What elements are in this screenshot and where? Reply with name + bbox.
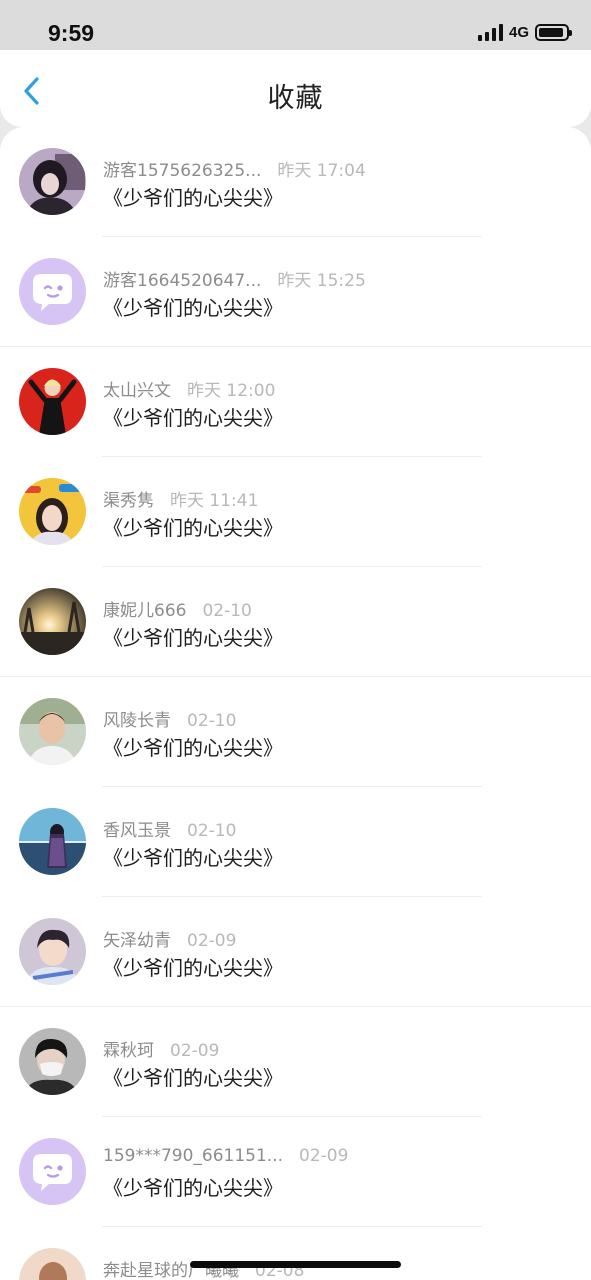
timestamp: 02-09 (170, 1041, 220, 1061)
status-indicators: 4G (477, 24, 572, 41)
timestamp: 昨天 12:00 (187, 381, 276, 401)
list-item[interactable]: 香风玉景 02-10 《少爷们的心尖尖》 (0, 787, 591, 897)
book-title[interactable]: 《少爷们的心尖尖》 (103, 842, 283, 871)
user-name[interactable]: 游客1664520647... (103, 271, 261, 291)
chat-bubble-icon (19, 1138, 86, 1205)
book-title[interactable]: 《少爷们的心尖尖》 (103, 1172, 283, 1201)
item-meta: 太山兴文 昨天 12:00 (103, 376, 275, 401)
masked-boy-avatar[interactable] (19, 1028, 86, 1095)
item-meta: 奔赴星球的广曦曦 02-08 (103, 1256, 304, 1280)
avatar-image (19, 148, 86, 215)
user-name[interactable]: 香风玉景 (103, 821, 171, 841)
avatar-image (19, 1248, 86, 1280)
default-chat-avatar[interactable] (19, 258, 86, 325)
book-title[interactable]: 《少爷们的心尖尖》 (103, 732, 283, 761)
status-time: 9:59 (48, 20, 95, 46)
partial-avatar[interactable] (19, 1248, 86, 1280)
item-meta: 香风玉景 02-10 (103, 816, 236, 841)
item-meta: 矢泽幼青 02-09 (103, 926, 236, 951)
page-title: 收藏 (267, 83, 324, 114)
list-item[interactable]: 霖秋珂 02-09 《少爷们的心尖尖》 (0, 1007, 591, 1117)
network-type: 4G (508, 24, 529, 41)
book-title[interactable]: 《少爷们的心尖尖》 (103, 622, 283, 651)
user-name[interactable]: 矢泽幼青 (103, 931, 171, 951)
avatar-image (19, 478, 86, 545)
avatar-image (19, 368, 86, 435)
avatar-image (19, 1028, 86, 1095)
user-name[interactable]: 游客1575626325... (103, 161, 261, 181)
list-item[interactable]: 159***790_661151... 02-09 《少爷们的心尖尖》 (0, 1117, 591, 1227)
list-item[interactable]: 奔赴星球的广曦曦 02-08 (0, 1227, 591, 1280)
home-indicator (190, 1261, 401, 1268)
timestamp: 02-10 (187, 821, 237, 841)
timestamp: 02-10 (202, 601, 252, 621)
man-portrait-avatar[interactable] (19, 698, 86, 765)
book-title[interactable]: 《少爷们的心尖尖》 (103, 1062, 283, 1091)
default-chat-avatar[interactable] (19, 1138, 86, 1205)
item-meta: 游客1664520647... 昨天 15:25 (103, 266, 366, 291)
red-figure-avatar[interactable] (19, 368, 86, 435)
favorites-list: 游客1575626325... 昨天 17:04 《少爷们的心尖尖》 游客1664… (0, 127, 591, 1280)
user-name[interactable]: 159***790_661151... (103, 1146, 283, 1166)
woman-yellow-avatar[interactable] (19, 478, 86, 545)
list-item[interactable]: 康妮儿666 02-10 《少爷们的心尖尖》 (0, 567, 591, 677)
timestamp: 02-09 (187, 931, 237, 951)
item-meta: 159***790_661151... 02-09 (103, 1146, 348, 1166)
item-meta: 霖秋珂 02-09 (103, 1036, 219, 1061)
book-title[interactable]: 《少爷们的心尖尖》 (103, 952, 283, 981)
nav-bar: 收藏 (0, 50, 591, 127)
item-meta: 康妮儿666 02-10 (103, 596, 252, 621)
avatar-image (19, 698, 86, 765)
avatar-image (19, 918, 86, 985)
boy-portrait-avatar[interactable] (19, 918, 86, 985)
timestamp: 02-09 (299, 1146, 349, 1166)
list-item[interactable]: 太山兴文 昨天 12:00 《少爷们的心尖尖》 (0, 347, 591, 457)
sunset-avatar[interactable] (19, 588, 86, 655)
user-name[interactable]: 渠秀隽 (103, 491, 154, 511)
user-name[interactable]: 康妮儿666 (103, 601, 186, 621)
girl-portrait-avatar[interactable] (19, 148, 86, 215)
status-bar: 9:59 4G (0, 0, 591, 50)
book-title[interactable]: 《少爷们的心尖尖》 (103, 512, 283, 541)
user-name[interactable]: 太山兴文 (103, 381, 171, 401)
list-item[interactable]: 矢泽幼青 02-09 《少爷们的心尖尖》 (0, 897, 591, 1007)
timestamp: 昨天 17:04 (277, 161, 366, 181)
list-item[interactable]: 渠秀隽 昨天 11:41 《少爷们的心尖尖》 (0, 457, 591, 567)
item-meta: 风陵长青 02-10 (103, 706, 236, 731)
book-title[interactable]: 《少爷们的心尖尖》 (103, 292, 283, 321)
book-title[interactable]: 《少爷们的心尖尖》 (103, 402, 283, 431)
list-item[interactable]: 游客1575626325... 昨天 17:04 《少爷们的心尖尖》 (0, 127, 591, 237)
user-name[interactable]: 风陵长青 (103, 711, 171, 731)
avatar-image (19, 588, 86, 655)
girl-lake-avatar[interactable] (19, 808, 86, 875)
timestamp: 昨天 15:25 (277, 271, 366, 291)
list-item[interactable]: 游客1664520647... 昨天 15:25 《少爷们的心尖尖》 (0, 237, 591, 347)
book-title[interactable]: 《少爷们的心尖尖》 (103, 182, 283, 211)
timestamp: 昨天 11:41 (170, 491, 259, 511)
battery-icon (535, 24, 572, 41)
item-meta: 游客1575626325... 昨天 17:04 (103, 156, 366, 181)
user-name[interactable]: 霖秋珂 (103, 1041, 154, 1061)
list-item[interactable]: 风陵长青 02-10 《少爷们的心尖尖》 (0, 677, 591, 787)
signal-icon (477, 24, 503, 41)
avatar-image (19, 808, 86, 875)
chat-bubble-icon (19, 258, 86, 325)
item-meta: 渠秀隽 昨天 11:41 (103, 486, 258, 511)
timestamp: 02-10 (187, 711, 237, 731)
